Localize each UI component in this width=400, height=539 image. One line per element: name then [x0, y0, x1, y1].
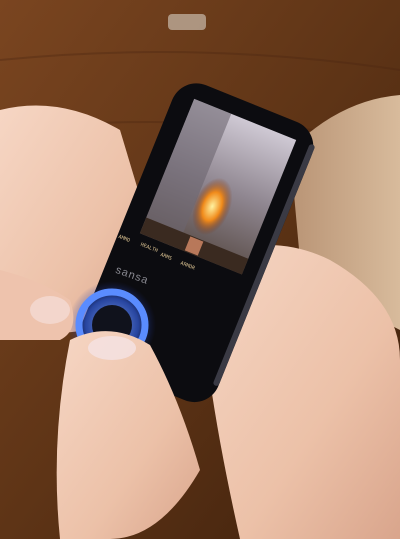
floor-object	[168, 14, 206, 30]
photo-scene: sansa AMMO HEALTH ARMS ARMOR	[0, 0, 400, 539]
thumb-nail	[88, 336, 136, 360]
photo-illustration	[0, 0, 400, 539]
left-thumb-nail	[30, 296, 70, 324]
